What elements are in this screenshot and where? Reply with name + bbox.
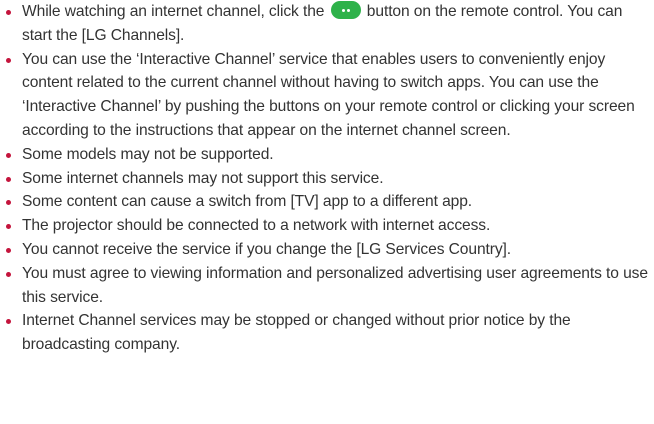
- bullet-icon: [6, 10, 11, 15]
- bullet-icon: [6, 152, 11, 158]
- bullet-icon: [6, 247, 11, 253]
- remote-green-button-icon: [330, 1, 361, 20]
- instruction-list: While watching an internet channel, clic…: [0, 0, 654, 357]
- bullet-icon: [6, 319, 11, 325]
- list-item-text: You cannot receive the service if you ch…: [22, 240, 511, 258]
- list-item-text-start: While watching an internet channel, clic…: [22, 3, 329, 20]
- list-item-text: Some content can cause a switch from [TV…: [22, 193, 473, 211]
- list-item: You must agree to viewing information an…: [0, 262, 654, 310]
- list-item-text: Internet Channel services may be stopped…: [22, 312, 571, 354]
- bullet-icon: [6, 176, 11, 182]
- bullet-icon: [6, 224, 11, 230]
- list-item-text: You can use the ‘Interactive Channel’ se…: [22, 50, 635, 139]
- list-item: You cannot receive the service if you ch…: [0, 238, 654, 262]
- bullet-icon: [6, 57, 11, 63]
- list-item: Internet Channel services may be stopped…: [0, 309, 654, 357]
- list-item: You can use the ‘Interactive Channel’ se…: [0, 48, 654, 143]
- list-item-text: Some models may not be supported.: [22, 145, 274, 163]
- list-item-text: You must agree to viewing information an…: [22, 264, 648, 306]
- list-item: While watching an internet channel, clic…: [0, 0, 654, 48]
- bullet-icon: [6, 271, 11, 277]
- list-item: Some internet channels may not support t…: [0, 167, 654, 191]
- list-item-text: The projector should be connected to a n…: [22, 217, 491, 235]
- list-item: Some models may not be supported.: [0, 143, 654, 167]
- list-item: The projector should be connected to a n…: [0, 214, 654, 238]
- bullet-icon: [6, 200, 11, 206]
- list-item: Some content can cause a switch from [TV…: [0, 190, 654, 214]
- list-item-text: Some internet channels may not support t…: [22, 169, 384, 187]
